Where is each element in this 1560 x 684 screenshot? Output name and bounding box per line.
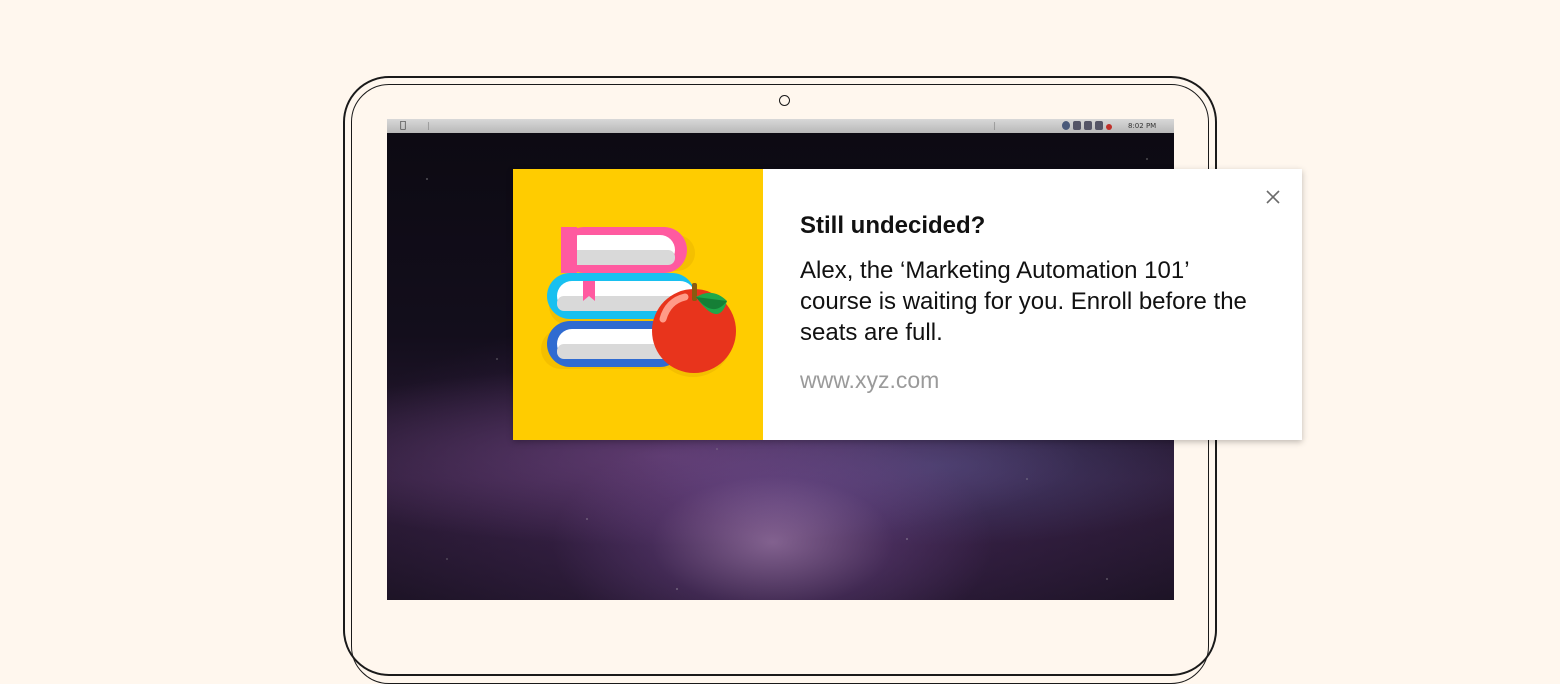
books-and-apple-icon <box>541 227 736 377</box>
camera-icon <box>779 95 790 106</box>
notification-body: Alex, the ‘Marketing Automation 101’ cou… <box>800 257 1247 346</box>
bluetooth-icon[interactable] <box>1084 121 1092 130</box>
settings-icon[interactable] <box>1095 121 1103 130</box>
notification-content: Still undecided? Alex, the ‘Marketing Au… <box>763 169 1302 440</box>
status-icons <box>1062 121 1112 130</box>
sync-icon[interactable] <box>1062 121 1070 130</box>
notification-image <box>513 169 763 440</box>
menubar-clock[interactable]: 8:02 PM <box>1128 121 1156 131</box>
close-button[interactable] <box>1264 188 1282 206</box>
menu-grip-icon <box>993 122 996 130</box>
alert-icon[interactable] <box>1106 124 1112 130</box>
display-icon[interactable] <box>1073 121 1081 130</box>
notification-popup[interactable]: Still undecided? Alex, the ‘Marketing Au… <box>513 169 1302 440</box>
apple-icon[interactable]:  <box>400 120 406 132</box>
close-icon <box>1266 190 1280 204</box>
notification-url-link[interactable]: www.xyz.com <box>800 365 939 395</box>
notification-title: Still undecided? <box>800 212 986 239</box>
menu-bar:  8:02 PM <box>387 119 1174 133</box>
menu-grip-icon <box>427 122 430 130</box>
